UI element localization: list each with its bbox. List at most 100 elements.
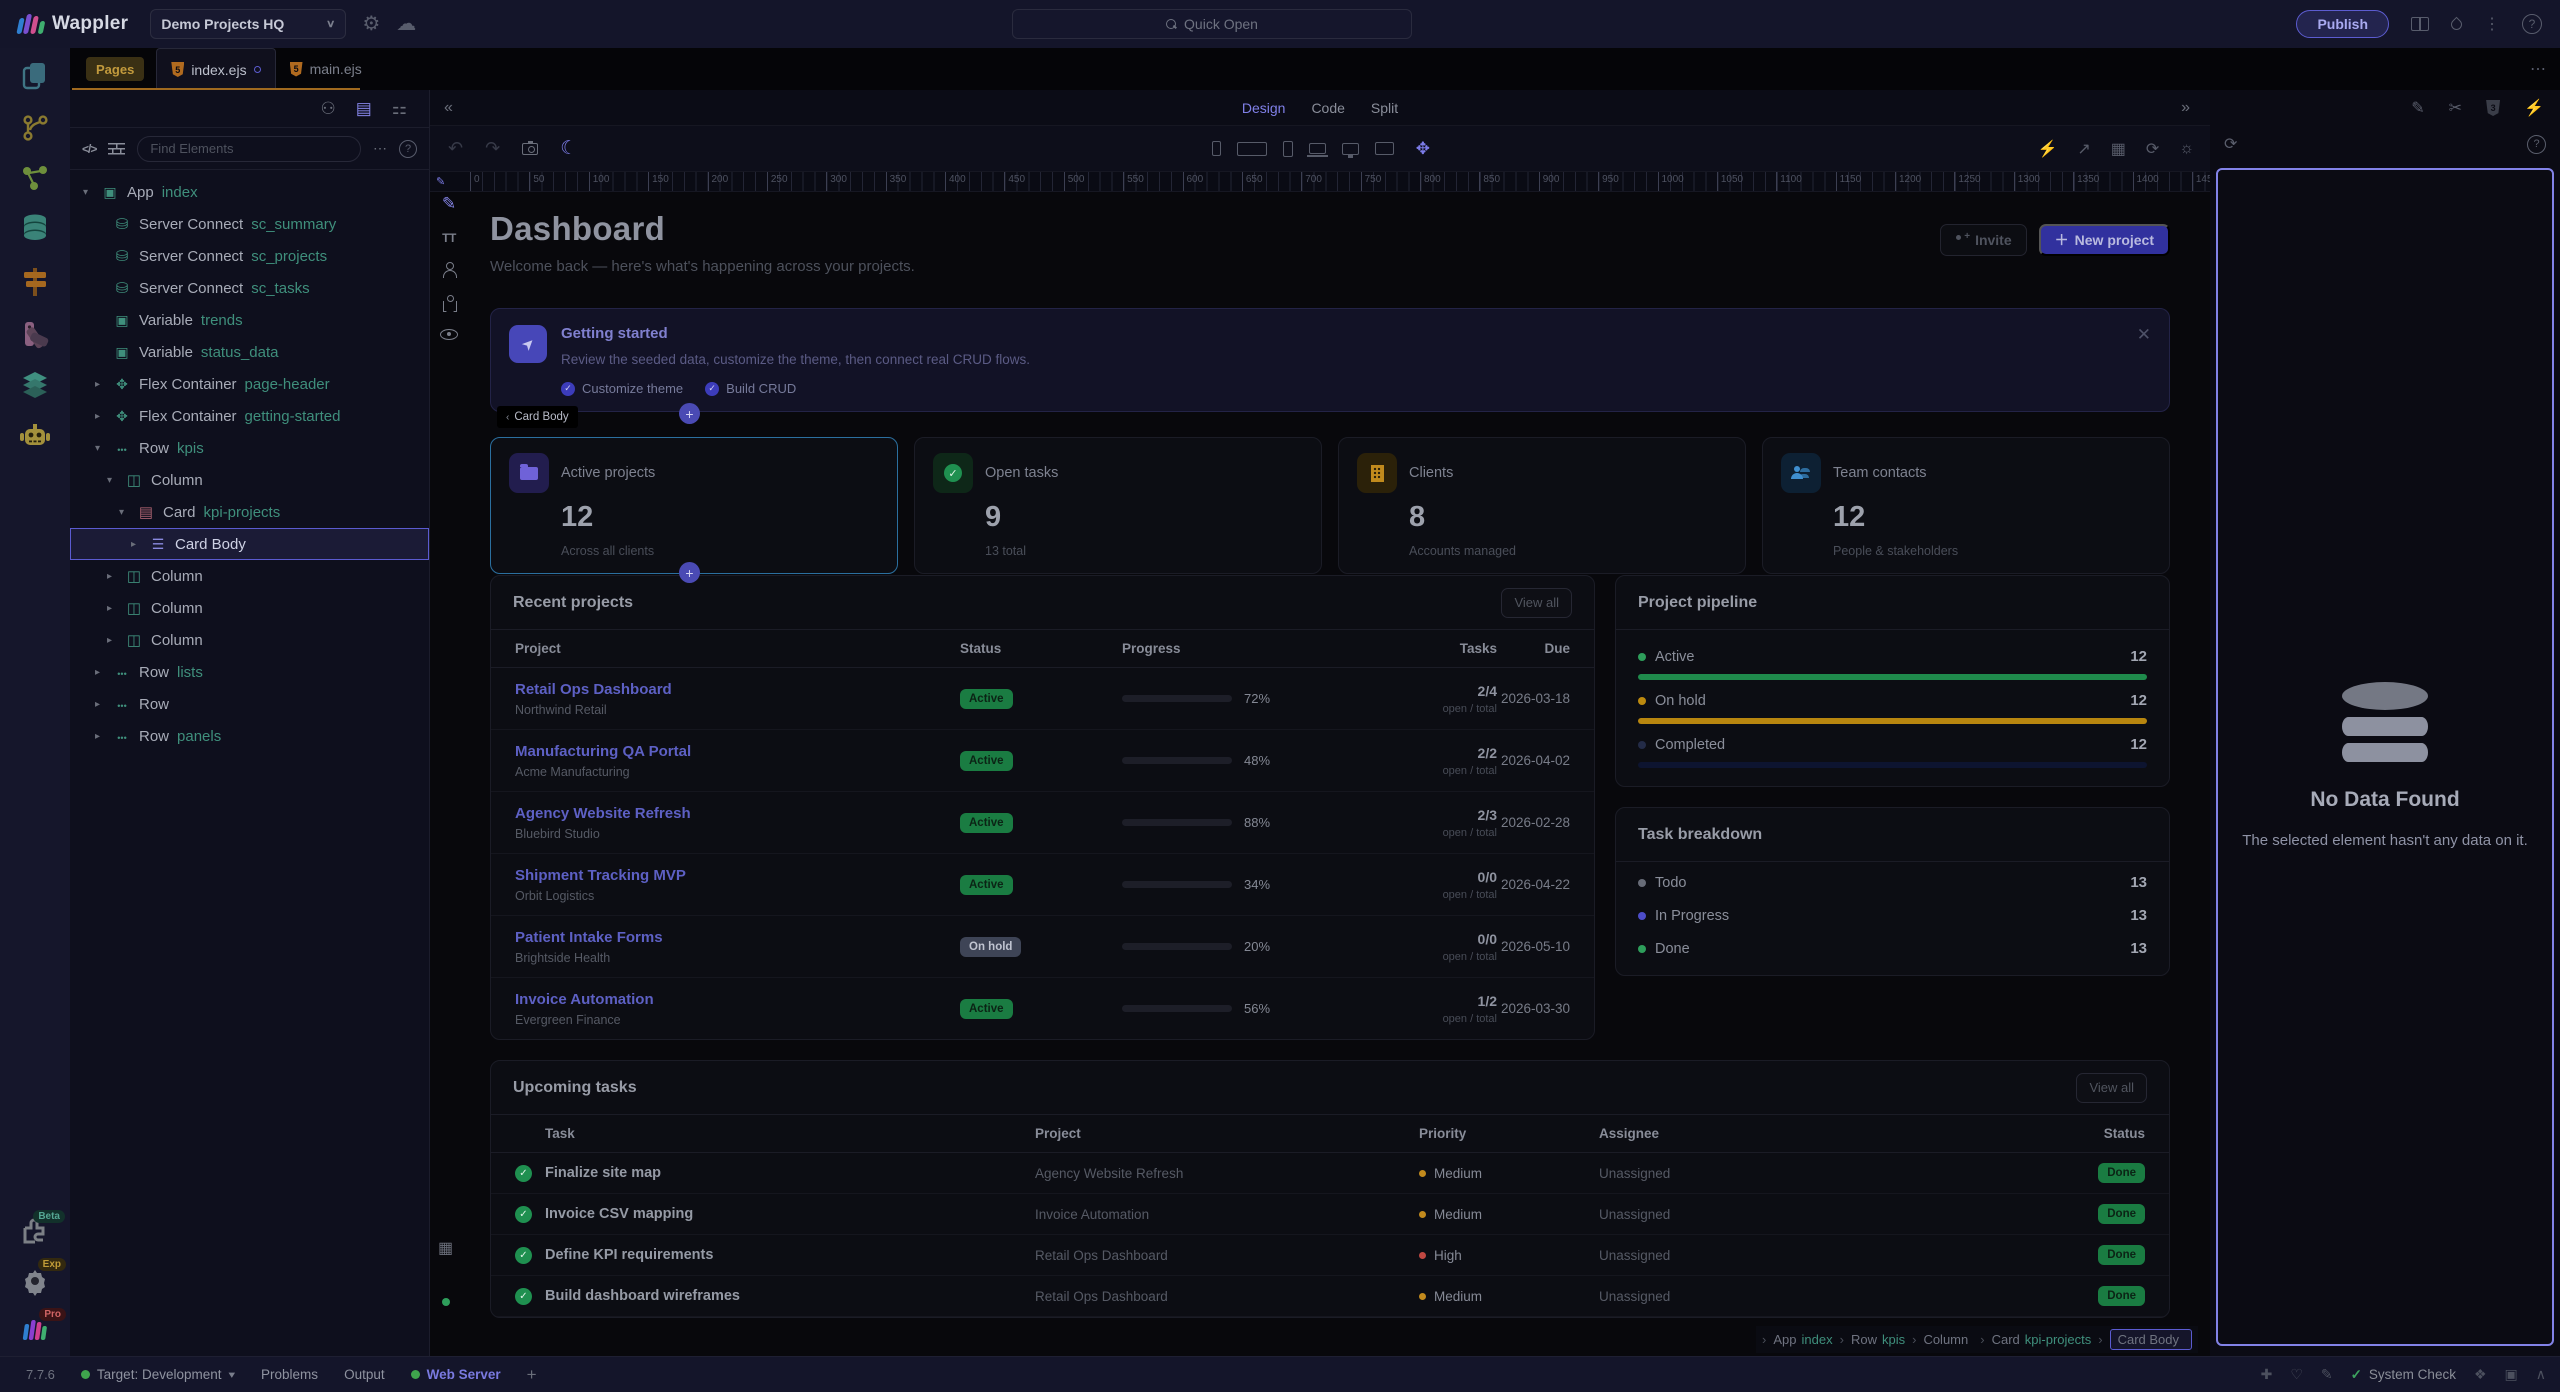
tree-node[interactable]: Server Connect sc_tasks — [70, 272, 429, 304]
tools-icon[interactable]: ✂ — [2449, 98, 2462, 118]
tree-node[interactable]: Variable trends — [70, 304, 429, 336]
project-selector[interactable]: Demo Projects HQ ∨ — [150, 9, 346, 39]
kpi-card-clients[interactable]: Clients 8 Accounts managed — [1338, 437, 1746, 574]
cloud-sync-icon[interactable]: ☁ — [396, 14, 416, 34]
package-icon[interactable]: ▣ — [2505, 1366, 2518, 1383]
typography-icon[interactable]: TT — [442, 231, 456, 245]
tree-node[interactable]: ▾ Row kpis — [70, 432, 429, 464]
layout-columns-icon[interactable] — [2411, 17, 2429, 31]
project-row[interactable]: Invoice Automation Evergreen Finance Act… — [491, 978, 1594, 1040]
output-button[interactable]: Output — [344, 1367, 385, 1382]
lightning-icon[interactable]: ⚡ — [2524, 98, 2544, 118]
phone-large-icon[interactable] — [1283, 141, 1293, 157]
tree-node[interactable]: ▸ Card Body — [70, 528, 429, 560]
edit-pencil-icon[interactable]: ✎ — [2411, 98, 2424, 118]
target-selector[interactable]: Target: Development▾ — [81, 1367, 235, 1383]
web-server-button[interactable]: Web Server — [411, 1367, 501, 1382]
tab-overflow-icon[interactable]: ⋯ — [2530, 59, 2546, 79]
kpi-card-open-tasks[interactable]: ✓Open tasks 9 13 total — [914, 437, 1322, 574]
export-icon[interactable]: ↗ — [2077, 139, 2090, 159]
collapse-right-icon[interactable]: » — [2181, 99, 2190, 117]
project-name-link[interactable]: Retail Ops Dashboard — [515, 681, 960, 698]
expander-icon[interactable]: ▾ — [95, 443, 105, 454]
panel-refresh-icon[interactable]: ⟳ — [2224, 134, 2237, 154]
project-name-link[interactable]: Patient Intake Forms — [515, 929, 960, 946]
refresh-icon[interactable]: ⟳ — [2146, 139, 2159, 159]
insert-before-button[interactable]: + — [679, 403, 700, 424]
project-row[interactable]: Patient Intake Forms Brightside Health O… — [491, 916, 1594, 978]
apps-grid-icon[interactable]: ▦ — [438, 1238, 453, 1258]
ai-assistant-icon[interactable]: ⚇ — [320, 99, 335, 119]
find-elements-input[interactable] — [137, 136, 361, 162]
node-tree-icon[interactable] — [20, 164, 50, 192]
project-name-link[interactable]: Invoice Automation — [515, 991, 960, 1008]
persona-icon[interactable] — [442, 262, 456, 278]
task-row[interactable]: ✓ Invoice CSV mapping Invoice Automation… — [491, 1194, 2169, 1235]
accessibility-icon[interactable] — [442, 295, 456, 312]
panel-help-icon[interactable]: ? — [2527, 135, 2546, 154]
breadcrumb-item[interactable]: › Cardkpi-projects — [1980, 1332, 2091, 1347]
visibility-icon[interactable] — [440, 329, 458, 340]
breadcrumb-item[interactable]: › Rowkpis — [1840, 1332, 1905, 1347]
banner-close-icon[interactable]: ✕ — [2137, 325, 2151, 345]
view-mode-tab[interactable]: Design — [1242, 100, 1286, 116]
tablet-icon[interactable] — [1237, 142, 1267, 156]
quick-open-search[interactable]: Quick Open — [1012, 9, 1412, 39]
edit-mode-icon[interactable]: ✎ — [442, 194, 456, 214]
edit-icon[interactable]: ✎ — [2321, 1366, 2333, 1383]
task-row[interactable]: ✓ Finalize site map Agency Website Refre… — [491, 1153, 2169, 1194]
structure-help-icon[interactable]: ? — [399, 140, 417, 158]
css3-icon[interactable]: 3 — [2486, 100, 2500, 116]
project-row[interactable]: Retail Ops Dashboard Northwind Retail Ac… — [491, 668, 1594, 730]
kpi-card-active-projects[interactable]: Active projects 12 Across all clients — [490, 437, 898, 574]
expander-icon[interactable]: ▾ — [119, 507, 129, 518]
project-row[interactable]: Manufacturing QA Portal Acme Manufacturi… — [491, 730, 1594, 792]
tree-node[interactable]: ▸ Row panels — [70, 720, 429, 752]
expander-icon[interactable]: ▾ — [83, 187, 93, 198]
expander-icon[interactable]: ▸ — [95, 411, 105, 422]
plug-icon[interactable]: ⚡ — [2037, 139, 2057, 159]
dark-mode-icon[interactable]: ☾ — [560, 137, 577, 160]
git-icon[interactable] — [20, 113, 50, 143]
feedback-icon[interactable]: ♡ — [2290, 1366, 2303, 1383]
code-view-icon[interactable]: </> — [82, 142, 96, 156]
project-name-link[interactable]: Manufacturing QA Portal — [515, 743, 960, 760]
insert-after-button[interactable]: + — [679, 562, 700, 583]
tree-node[interactable]: ▸ Row — [70, 688, 429, 720]
add-panel-icon[interactable]: + — [527, 1365, 537, 1385]
invite-button[interactable]: Invite — [1940, 224, 2027, 256]
kpi-card-team-contacts[interactable]: Team contacts 12 People & stakeholders — [1762, 437, 2170, 574]
redo-icon[interactable]: ↷ — [485, 138, 500, 159]
desktop-icon[interactable] — [1342, 143, 1359, 155]
phone-small-icon[interactable] — [1212, 141, 1221, 156]
more-menu-icon[interactable]: ⋮ — [2484, 14, 2500, 34]
file-tab[interactable]: 5 index.ejs — [156, 48, 275, 90]
settings-gear-icon[interactable]: ⚙ — [362, 14, 380, 34]
tree-node[interactable]: ▸ Column — [70, 624, 429, 656]
tree-node[interactable]: ▸ Flex Container page-header — [70, 368, 429, 400]
tree-node[interactable]: ▾ Column — [70, 464, 429, 496]
ai-robot-icon[interactable] — [19, 421, 51, 451]
extension-icon[interactable]: ✚ — [2261, 1366, 2273, 1383]
extensions-puzzle-icon[interactable]: Beta — [21, 1218, 49, 1246]
new-project-button[interactable]: ＋New project — [2039, 224, 2170, 256]
database-icon[interactable] — [20, 213, 50, 245]
pages-chip[interactable]: Pages — [86, 57, 144, 81]
tree-node[interactable]: ▸ Column — [70, 560, 429, 592]
pages-files-icon[interactable] — [20, 60, 50, 92]
tree-node[interactable]: ▸ Row lists — [70, 656, 429, 688]
tree-node[interactable]: Variable status_data — [70, 336, 429, 368]
tree-node[interactable]: Server Connect sc_projects — [70, 240, 429, 272]
list-view-icon[interactable]: ▤ — [356, 99, 372, 119]
screenshot-icon[interactable] — [522, 143, 538, 155]
expander-icon[interactable]: ▸ — [107, 571, 117, 582]
tips-icon[interactable]: ☼ — [2179, 140, 2194, 158]
file-tab[interactable]: 5 main.ejs — [276, 48, 376, 90]
breadcrumb-item[interactable]: › Card Body — [2098, 1329, 2192, 1350]
expander-icon[interactable]: ▸ — [95, 731, 105, 742]
styles-palette-icon[interactable] — [20, 319, 50, 349]
fluid-width-icon[interactable]: ✥ — [1416, 139, 1430, 159]
view-mode-tab[interactable]: Split — [1371, 100, 1398, 116]
problems-button[interactable]: Problems — [261, 1367, 318, 1382]
publish-button[interactable]: Publish — [2296, 10, 2389, 38]
